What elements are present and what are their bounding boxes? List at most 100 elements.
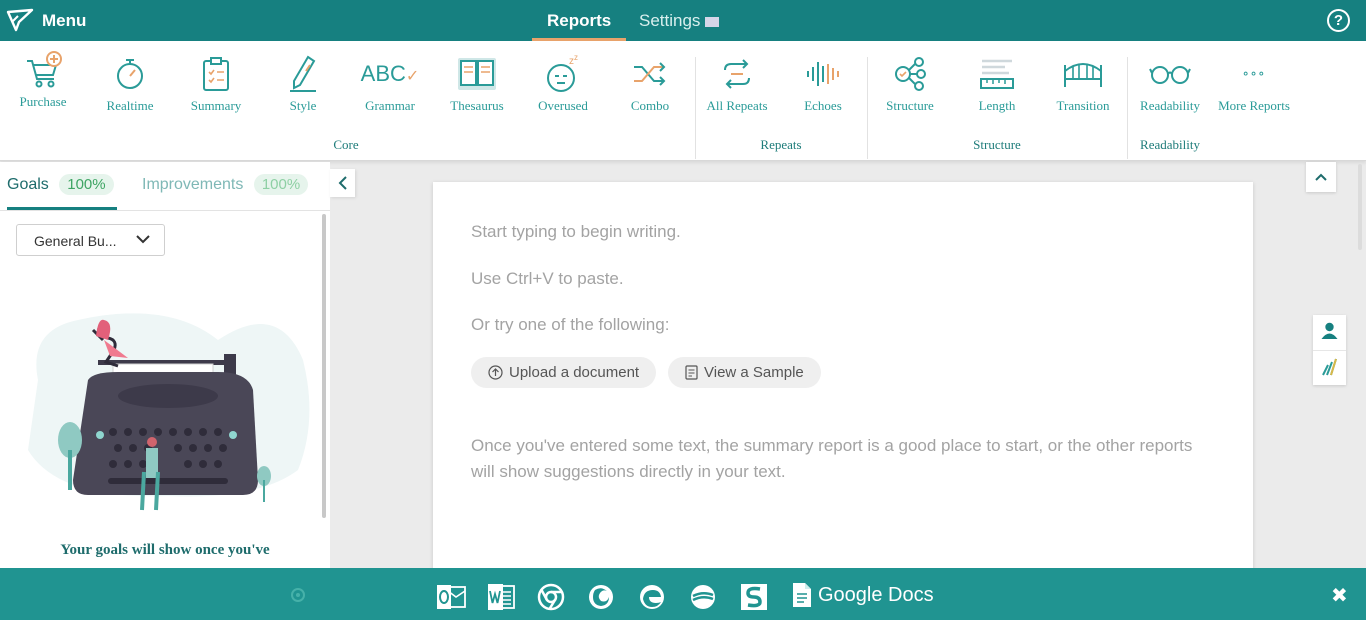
group-label-core: Core xyxy=(333,137,359,152)
transition-label: Transition xyxy=(1056,98,1110,113)
view-sample-button[interactable]: View a Sample xyxy=(668,357,821,388)
prowritingaid-logo-icon xyxy=(6,8,34,32)
upload-document-button[interactable]: Upload a document xyxy=(471,357,657,388)
pen-icon xyxy=(290,55,316,92)
readability-report-button[interactable]: Readability xyxy=(1128,51,1212,114)
document-icon xyxy=(685,365,698,380)
outlook-icon[interactable] xyxy=(436,583,466,611)
edge-icon[interactable] xyxy=(638,583,666,611)
scroll-top-button[interactable] xyxy=(1306,162,1336,192)
more-dots-icon: ∘∘∘ xyxy=(1242,66,1266,82)
group-label-readability: Readability xyxy=(1140,137,1200,152)
chevron-down-icon xyxy=(136,235,150,244)
top-bar: Menu Reports Settings ? xyxy=(0,0,1366,41)
goal-type-value: General Bu... xyxy=(34,233,117,249)
transition-report-button[interactable]: Transition xyxy=(1041,51,1125,114)
combo-label: Combo xyxy=(630,98,670,113)
grammar-report-button[interactable]: ABC✓ Grammar xyxy=(348,51,432,114)
repeat-arrows-icon xyxy=(724,59,750,89)
abc-check-icon: ABC✓ xyxy=(360,61,420,86)
all-repeats-report-button[interactable]: All Repeats xyxy=(695,51,779,114)
purchase-label: Purchase xyxy=(19,94,67,109)
goals-tab-label: Goals xyxy=(7,176,49,193)
overused-report-button[interactable]: z z Overused xyxy=(521,51,605,114)
panel-divider xyxy=(0,210,330,211)
uk-flag-icon xyxy=(705,16,720,27)
gear-icon[interactable] xyxy=(288,585,308,605)
group-label-repeats: Repeats xyxy=(760,137,802,152)
google-docs-button[interactable]: Google Docs xyxy=(792,582,934,608)
more-reports-label: More Reports xyxy=(1218,98,1290,113)
overused-label: Overused xyxy=(538,98,588,113)
echoes-report-button[interactable]: Echoes xyxy=(781,51,865,114)
integrations-bar: Google Docs ✖ xyxy=(0,568,1366,620)
view-sample-label: View a Sample xyxy=(704,364,804,381)
goals-panel: Goals 100% Improvements 100% General Bu.… xyxy=(0,162,330,568)
thesaurus-report-button[interactable]: Thesaurus xyxy=(435,51,519,114)
goals-panel-scrollbar[interactable] xyxy=(322,214,326,518)
thesaurus-label: Thesaurus xyxy=(450,98,504,113)
google-docs-label: Google Docs xyxy=(818,583,934,606)
combo-report-button[interactable]: Combo xyxy=(608,51,692,114)
open-book-icon xyxy=(458,58,496,90)
svg-text:z: z xyxy=(574,54,578,62)
style-label: Style xyxy=(289,98,317,113)
improvements-score-badge: 100% xyxy=(253,174,309,195)
grammar-label: Grammar xyxy=(365,98,415,113)
chevron-left-icon xyxy=(338,176,347,190)
tab-settings[interactable]: Settings xyxy=(624,0,734,41)
scrivener-icon[interactable] xyxy=(689,583,717,611)
realtime-report-button[interactable]: Realtime xyxy=(88,51,172,114)
goal-type-select[interactable]: General Bu... xyxy=(16,224,165,256)
summary-report-button[interactable]: Summary xyxy=(174,51,258,114)
structure-report-button[interactable]: Structure xyxy=(868,51,952,114)
chrome-icon[interactable] xyxy=(537,583,565,611)
editor-line-try: Or try one of the following: xyxy=(471,315,670,334)
length-label: Length xyxy=(978,98,1016,113)
typewriter-illustration xyxy=(28,313,310,511)
echoes-label: Echoes xyxy=(804,98,842,113)
readability-label: Readability xyxy=(1140,98,1200,113)
more-reports-button[interactable]: ∘∘∘ More Reports xyxy=(1212,51,1296,114)
editor-line-paste: Use Ctrl+V to paste. xyxy=(471,269,624,288)
sound-wave-icon xyxy=(807,62,839,86)
page-scrollbar[interactable] xyxy=(1358,164,1362,250)
menu-button[interactable]: Menu xyxy=(6,8,86,34)
purchase-button[interactable]: Purchase xyxy=(1,49,85,110)
shuffle-icon xyxy=(634,62,666,86)
collapse-panel-button[interactable] xyxy=(330,169,355,197)
profile-icon[interactable] xyxy=(1321,322,1338,345)
stats-icon[interactable] xyxy=(1321,358,1338,381)
menu-label: Menu xyxy=(42,11,87,30)
tab-reports[interactable]: Reports xyxy=(532,0,627,41)
tab-improvements[interactable]: Improvements 100% xyxy=(142,174,309,195)
glasses-icon xyxy=(1149,66,1191,84)
structure-label: Structure xyxy=(886,98,934,113)
help-icon[interactable]: ? xyxy=(1327,9,1350,32)
group-label-structure: Structure xyxy=(973,137,1021,152)
goals-score-badge: 100% xyxy=(59,174,114,195)
scrivener-s-icon[interactable] xyxy=(740,583,768,611)
goals-empty-message: Your goals will show once you've xyxy=(60,542,270,558)
word-icon[interactable] xyxy=(487,583,515,611)
divider xyxy=(1313,350,1346,351)
close-icon[interactable]: ✖ xyxy=(1331,583,1348,608)
length-report-button[interactable]: Length xyxy=(955,51,1039,114)
ruler-icon xyxy=(980,59,1014,89)
editor-line-start: Start typing to begin writing. xyxy=(471,222,681,241)
upload-document-label: Upload a document xyxy=(509,364,640,381)
side-tools xyxy=(1313,315,1346,385)
firefox-icon[interactable] xyxy=(587,583,615,611)
google-docs-icon xyxy=(793,583,811,607)
reports-ribbon: Purchase Realtime Summary Style ABC✓ Gra… xyxy=(0,41,1366,161)
chevron-up-icon xyxy=(1315,173,1327,181)
improvements-tab-label: Improvements xyxy=(142,176,244,193)
document-editor[interactable]: Start typing to begin writing. Use Ctrl+… xyxy=(433,182,1253,582)
sleepy-face-icon: z z xyxy=(547,54,578,92)
style-report-button[interactable]: Style xyxy=(261,51,345,114)
tab-reports-label: Reports xyxy=(547,11,612,30)
realtime-label: Realtime xyxy=(106,98,154,113)
summary-label: Summary xyxy=(190,98,242,113)
editor-hint: Once you've entered some text, the summa… xyxy=(471,436,1193,481)
tab-goals[interactable]: Goals 100% xyxy=(7,174,114,195)
